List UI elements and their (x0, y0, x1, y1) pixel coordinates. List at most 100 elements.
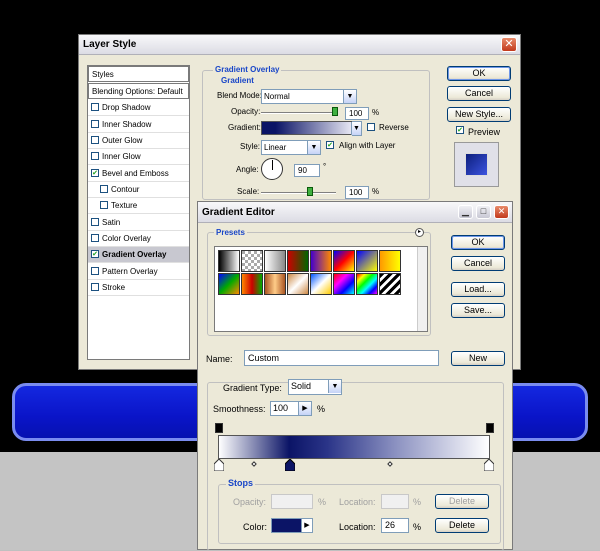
checkbox[interactable] (100, 200, 108, 209)
style-label: Style: (240, 142, 261, 151)
checkbox[interactable] (91, 217, 99, 226)
angle-input[interactable]: 90 (294, 164, 320, 177)
scale-slider[interactable] (261, 192, 336, 194)
reverse-checkbox[interactable] (367, 123, 375, 131)
triangle-right-icon[interactable]: ▶ (301, 518, 313, 533)
color-stop-right[interactable] (484, 459, 494, 471)
presets-scrollbar[interactable] (417, 247, 427, 331)
angle-label: Angle: (236, 165, 259, 174)
checkbox[interactable] (100, 184, 108, 193)
angle-dial[interactable] (261, 158, 283, 180)
color-location-input[interactable]: 26 (381, 518, 409, 533)
checkbox[interactable] (91, 266, 99, 275)
preset-swatch[interactable] (356, 250, 378, 272)
smoothness-input[interactable]: 100 ▶ (270, 401, 312, 416)
preset-swatch[interactable] (264, 250, 286, 272)
align-with-layer-label: Align with Layer (339, 141, 396, 150)
checkbox[interactable] (91, 282, 99, 291)
delete-button[interactable]: Delete (435, 518, 489, 533)
preset-swatch[interactable] (218, 273, 240, 295)
style-item-outer-glow[interactable]: Outer Glow (88, 133, 189, 149)
style-select[interactable]: Linear ▼ (261, 140, 321, 155)
style-item-color-overlay[interactable]: Color Overlay (88, 231, 189, 247)
style-item-stroke[interactable]: Stroke (88, 280, 189, 296)
style-item-pattern-overlay[interactable]: Pattern Overlay (88, 264, 189, 280)
layer-style-titlebar[interactable]: Layer Style ✕ (79, 35, 520, 55)
styles-header[interactable]: Styles (88, 66, 189, 82)
color-stop-left[interactable] (214, 459, 224, 471)
checkbox-checked[interactable]: ✔ (91, 249, 99, 258)
preset-swatch[interactable] (287, 273, 309, 295)
preset-swatch[interactable] (241, 250, 263, 272)
style-item-bevel-emboss[interactable]: ✔ Bevel and Emboss (88, 166, 189, 182)
location-label: Location: (339, 522, 376, 532)
opacity-stop-left[interactable] (215, 423, 223, 433)
gradient-editor-dialog: Gradient Editor ▁ □ ✕ Presets ▸ OK Cance… (197, 201, 513, 551)
name-input[interactable]: Custom (244, 350, 439, 366)
group-title: Gradient (221, 76, 254, 85)
preview-checkbox[interactable]: ✔ (456, 126, 464, 134)
gradient-type-select[interactable]: Solid ▼ (288, 379, 342, 395)
preset-swatch[interactable] (379, 250, 401, 272)
preset-swatch[interactable] (218, 250, 240, 272)
ok-button[interactable]: OK (447, 66, 511, 81)
gradient-picker[interactable] (261, 121, 353, 135)
preset-swatch[interactable] (379, 273, 401, 295)
new-button[interactable]: New (451, 351, 505, 366)
checkbox[interactable] (91, 119, 99, 128)
name-label: Name: (206, 354, 233, 364)
new-style-button[interactable]: New Style... (447, 107, 511, 122)
checkbox-checked[interactable]: ✔ (91, 168, 99, 177)
style-item-contour[interactable]: Contour (88, 182, 189, 198)
gradient-dropdown[interactable]: ▼ (351, 121, 362, 136)
presets-menu-icon[interactable]: ▸ (415, 228, 424, 237)
blend-mode-select[interactable]: Normal ▼ (261, 89, 357, 104)
scale-slider-thumb[interactable] (307, 187, 313, 196)
cancel-button[interactable]: Cancel (447, 86, 511, 101)
blending-options-item[interactable]: Blending Options: Default (88, 83, 189, 99)
preset-swatch[interactable] (333, 273, 355, 295)
degree-label: ° (323, 162, 327, 171)
style-item-satin[interactable]: Satin (88, 215, 189, 231)
align-checkbox[interactable]: ✔ (326, 141, 334, 149)
opacity-slider[interactable] (261, 112, 336, 114)
preset-swatch[interactable] (287, 250, 309, 272)
scale-input[interactable]: 100 (345, 186, 369, 199)
opacity-slider-thumb[interactable] (332, 107, 338, 116)
close-icon[interactable]: ✕ (494, 205, 509, 219)
maximize-icon[interactable]: □ (476, 205, 491, 219)
checkbox[interactable] (91, 135, 99, 144)
style-item-inner-shadow[interactable]: Inner Shadow (88, 117, 189, 133)
opacity-stop-right[interactable] (486, 423, 494, 433)
save-button[interactable]: Save... (451, 303, 505, 318)
stops-label: Stops (226, 478, 256, 488)
style-item-inner-glow[interactable]: Inner Glow (88, 149, 189, 165)
style-item-gradient-overlay[interactable]: ✔ Gradient Overlay (88, 247, 189, 263)
gradient-preview-bar[interactable] (218, 435, 490, 459)
gradient-editor-titlebar[interactable]: Gradient Editor ▁ □ ✕ (198, 202, 512, 223)
color-stop-selected[interactable] (285, 459, 295, 471)
minimize-icon[interactable]: ▁ (458, 205, 473, 219)
checkbox[interactable] (91, 102, 99, 111)
checkbox[interactable] (91, 151, 99, 160)
style-item-texture[interactable]: Texture (88, 198, 189, 214)
cancel-button[interactable]: Cancel (451, 256, 505, 271)
presets-label: Presets (214, 228, 247, 237)
preset-swatch[interactable] (356, 273, 378, 295)
preview-label: Preview (468, 127, 501, 137)
preset-swatch[interactable] (310, 250, 332, 272)
style-item-drop-shadow[interactable]: Drop Shadow (88, 100, 189, 116)
checkbox[interactable] (91, 233, 99, 242)
preset-swatch[interactable] (264, 273, 286, 295)
preset-swatch[interactable] (310, 273, 332, 295)
location-label: Location: (339, 497, 376, 507)
preset-swatch[interactable] (333, 250, 355, 272)
ok-button[interactable]: OK (451, 235, 505, 250)
color-swatch[interactable] (271, 518, 303, 533)
gradient-type-label: Gradient Type: (223, 383, 282, 393)
close-icon[interactable]: ✕ (501, 37, 517, 52)
load-button[interactable]: Load... (451, 282, 505, 297)
preset-swatch[interactable] (241, 273, 263, 295)
opacity-input[interactable]: 100 (345, 107, 369, 120)
triangle-right-icon[interactable]: ▶ (298, 402, 311, 415)
